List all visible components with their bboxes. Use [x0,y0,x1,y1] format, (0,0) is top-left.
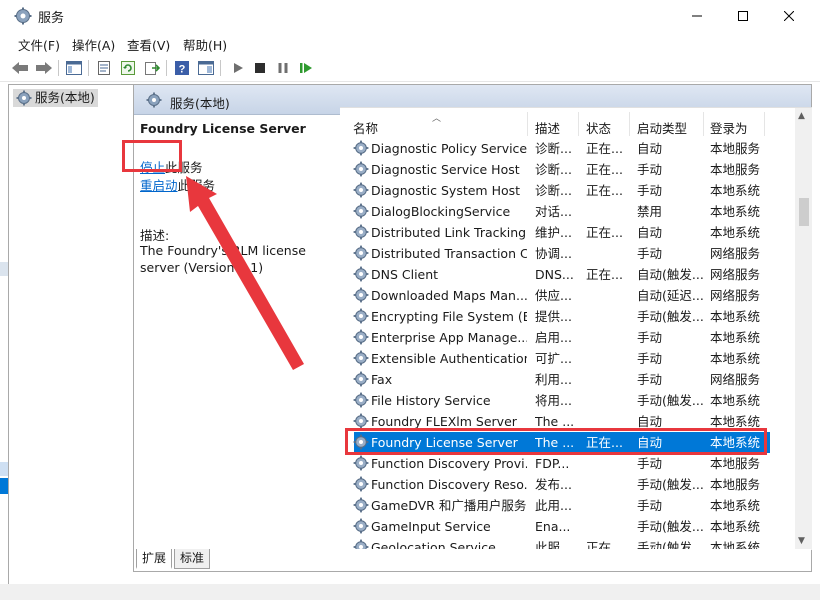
services-window: 服务 文件(F) 操作(A) 查看(V) 帮助(H) ? 服务(本地) 服务(本… [0,0,820,600]
annotation-arrow [186,176,304,370]
